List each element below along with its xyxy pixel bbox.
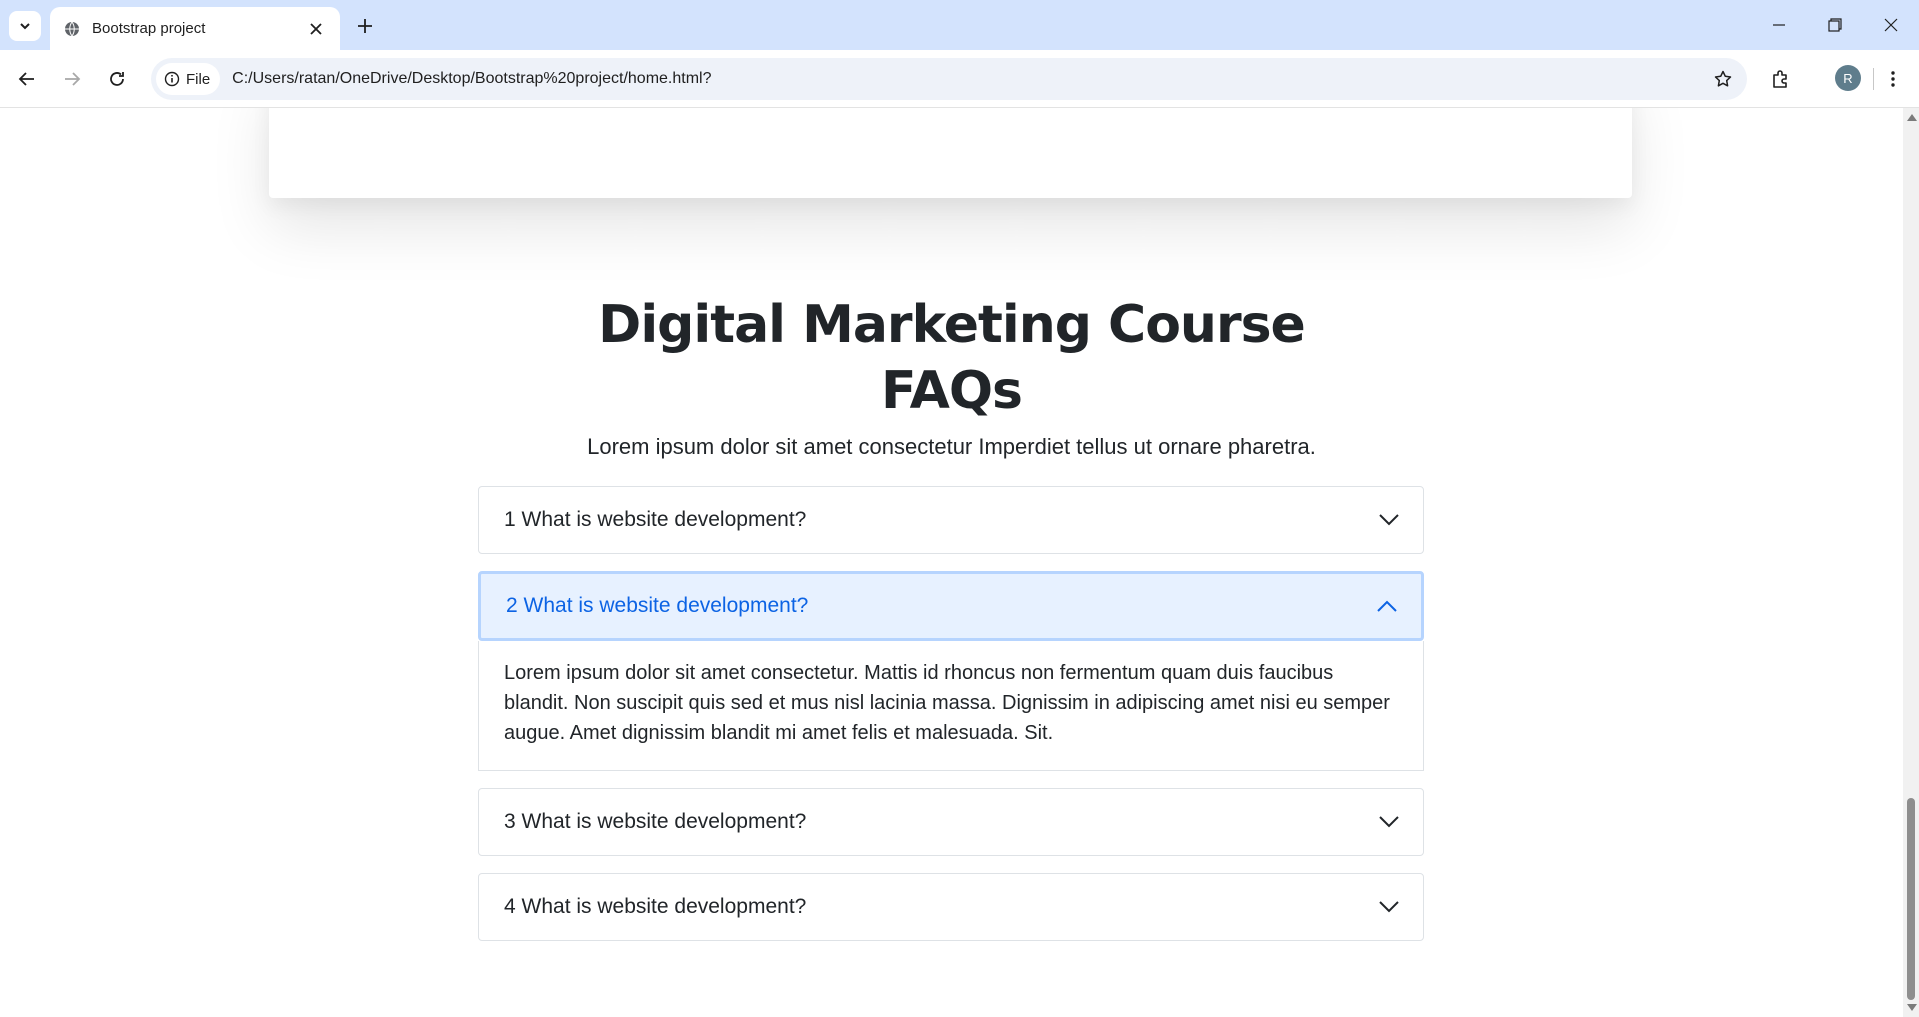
accordion-item: 3 What is website development? (478, 788, 1424, 856)
more-vertical-icon (1891, 71, 1895, 87)
toolbar-divider (1873, 68, 1874, 90)
back-button[interactable] (11, 63, 43, 95)
chevron-down-icon (1377, 508, 1401, 532)
minimize-icon (1773, 24, 1785, 26)
address-bar[interactable]: File C:/Users/ratan/OneDrive/Desktop/Boo… (151, 58, 1747, 100)
tab-title: Bootstrap project (92, 20, 206, 37)
info-icon (164, 71, 180, 87)
forward-button[interactable] (56, 63, 88, 95)
arrow-right-icon (65, 72, 81, 86)
url-text[interactable]: C:/Users/ratan/OneDrive/Desktop/Bootstra… (232, 70, 1705, 88)
content-card (269, 108, 1632, 198)
accordion-question: 4 What is website development? (504, 895, 807, 918)
scroll-down-arrow[interactable] (1907, 1004, 1917, 1011)
accordion-toggle-2[interactable]: 2 What is website development? (478, 571, 1424, 641)
minimize-button[interactable] (1751, 0, 1807, 50)
plus-icon (358, 19, 372, 33)
chevron-down-icon (1377, 810, 1401, 834)
site-info-chip[interactable]: File (156, 63, 221, 95)
close-window-button[interactable] (1863, 0, 1919, 50)
extensions-button[interactable] (1765, 63, 1797, 95)
accordion-item: 4 What is website development? (478, 873, 1424, 941)
close-icon (1884, 18, 1898, 32)
faq-heading-line1: Digital Marketing Course (598, 295, 1306, 355)
star-icon (1714, 70, 1732, 87)
browser-toolbar: File C:/Users/ratan/OneDrive/Desktop/Boo… (0, 50, 1919, 108)
reload-button[interactable] (101, 63, 133, 95)
restore-icon (1828, 18, 1842, 32)
accordion-toggle-4[interactable]: 4 What is website development? (479, 874, 1423, 940)
tab-search-button[interactable] (9, 11, 41, 41)
accordion-item: 1 What is website development? (478, 486, 1424, 554)
reload-icon (110, 72, 124, 86)
bookmark-button[interactable] (1705, 61, 1741, 97)
accordion-toggle-3[interactable]: 3 What is website development? (479, 789, 1423, 855)
faq-heading: Digital Marketing Course FAQs (0, 292, 1903, 424)
accordion-item: 2 What is website development? Lorem ips… (478, 571, 1424, 771)
scrollbar-thumb[interactable] (1907, 798, 1915, 1000)
page-scrollbar[interactable] (1903, 108, 1919, 1017)
arrow-left-icon (18, 72, 34, 86)
faq-subtitle: Lorem ipsum dolor sit amet consectetur I… (587, 434, 1316, 459)
browser-menu-button[interactable] (1877, 63, 1909, 95)
window-controls (1751, 0, 1919, 50)
browser-tab[interactable]: Bootstrap project (50, 7, 340, 50)
chevron-down-icon (1377, 895, 1401, 919)
scroll-up-arrow[interactable] (1907, 114, 1917, 121)
accordion-toggle-1[interactable]: 1 What is website development? (479, 487, 1423, 553)
site-chip-label: File (186, 70, 211, 88)
faq-accordion: 1 What is website development? 2 What is… (478, 486, 1424, 958)
close-tab-button[interactable] (304, 17, 328, 41)
tab-strip: Bootstrap project (0, 0, 1919, 50)
restore-button[interactable] (1807, 0, 1863, 50)
profile-avatar[interactable]: R (1835, 65, 1861, 91)
puzzle-icon (1773, 70, 1787, 88)
accordion-question: 2 What is website development? (506, 594, 809, 617)
page-viewport: Digital Marketing Course FAQs Lorem ipsu… (0, 108, 1903, 1017)
accordion-question: 3 What is website development? (504, 810, 807, 833)
chevron-down-icon (20, 23, 30, 30)
close-icon (310, 22, 322, 35)
faq-heading-line2: FAQs (881, 361, 1023, 421)
chevron-up-icon (1375, 594, 1399, 618)
accordion-question: 1 What is website development? (504, 508, 807, 531)
accordion-answer: Lorem ipsum dolor sit amet consectetur. … (478, 641, 1424, 771)
globe-icon (65, 21, 79, 36)
new-tab-button[interactable] (350, 11, 380, 41)
